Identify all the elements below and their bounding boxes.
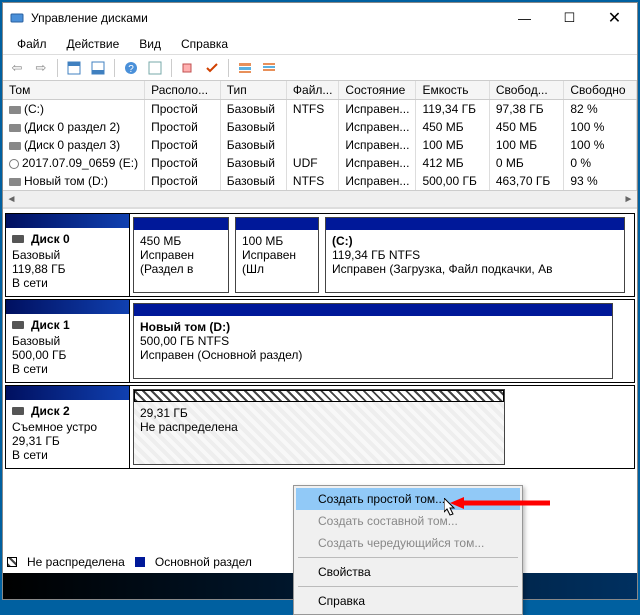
col-fs[interactable]: Файл... bbox=[286, 81, 339, 100]
col-pct[interactable]: Свободно bbox=[564, 81, 637, 100]
disk-graphical-view: Диск 0Базовый119,88 ГБВ сети450 МБИсправ… bbox=[3, 209, 637, 473]
svg-text:?: ? bbox=[128, 64, 134, 75]
menu-action[interactable]: Действие bbox=[57, 35, 130, 53]
minimize-button[interactable]: — bbox=[502, 3, 547, 33]
partition[interactable]: 450 МБИсправен (Раздел в bbox=[133, 217, 229, 293]
disk-info[interactable]: Диск 1Базовый500,00 ГБВ сети bbox=[6, 300, 130, 382]
maximize-button[interactable]: ☐ bbox=[547, 3, 592, 33]
col-volume[interactable]: Том bbox=[3, 81, 145, 100]
col-layout[interactable]: Располо... bbox=[145, 81, 221, 100]
partition-unallocated[interactable]: 29,31 ГБНе распределена bbox=[133, 389, 505, 465]
disk-info[interactable]: Диск 2Съемное устро29,31 ГБВ сети bbox=[6, 386, 130, 468]
app-icon bbox=[9, 10, 25, 26]
forward-icon[interactable]: ⇨ bbox=[31, 58, 51, 78]
legend: Не распределена Основной раздел bbox=[7, 555, 252, 569]
table-row[interactable]: (C:)ПростойБазовыйNTFSИсправен...119,34 … bbox=[3, 100, 637, 119]
legend-label-unalloc: Не распределена bbox=[27, 555, 125, 569]
partition[interactable]: 100 МБИсправен (Шл bbox=[235, 217, 319, 293]
table-scrollbar[interactable]: ◄► bbox=[3, 190, 637, 207]
action-icon[interactable] bbox=[178, 58, 198, 78]
menu-help[interactable]: Справка bbox=[171, 35, 238, 53]
refresh-icon[interactable] bbox=[145, 58, 165, 78]
table-row[interactable]: (Диск 0 раздел 3)ПростойБазовыйИсправен.… bbox=[3, 136, 637, 154]
menu-view[interactable]: Вид bbox=[129, 35, 171, 53]
table-row[interactable]: (Диск 0 раздел 2)ПростойБазовыйИсправен.… bbox=[3, 118, 637, 136]
ctx-create-spanned-volume[interactable]: Создать составной том... bbox=[296, 510, 520, 532]
volume-table: Том Располо... Тип Файл... Состояние Емк… bbox=[3, 81, 637, 209]
help-icon[interactable]: ? bbox=[121, 58, 141, 78]
legend-label-primary: Основной раздел bbox=[155, 555, 252, 569]
layout-bottom-icon[interactable] bbox=[88, 58, 108, 78]
menubar: Файл Действие Вид Справка bbox=[3, 33, 637, 55]
disk-info[interactable]: Диск 0Базовый119,88 ГБВ сети bbox=[6, 214, 130, 296]
context-menu: Создать простой том... Создать составной… bbox=[293, 485, 523, 615]
close-button[interactable]: ✕ bbox=[592, 3, 637, 33]
window-title: Управление дисками bbox=[31, 11, 502, 25]
col-free[interactable]: Свобод... bbox=[489, 81, 564, 100]
table-row[interactable]: Новый том (D:)ПростойБазовыйNTFSИсправен… bbox=[3, 172, 637, 190]
list-small-icon[interactable] bbox=[259, 58, 279, 78]
menu-file[interactable]: Файл bbox=[7, 35, 57, 53]
col-cap[interactable]: Емкость bbox=[416, 81, 489, 100]
col-status[interactable]: Состояние bbox=[339, 81, 416, 100]
back-icon[interactable]: ⇦ bbox=[7, 58, 27, 78]
layout-top-icon[interactable] bbox=[64, 58, 84, 78]
partition[interactable]: Новый том (D:)500,00 ГБ NTFSИсправен (Ос… bbox=[133, 303, 613, 379]
table-row[interactable]: 2017.07.09_0659 (E:)ПростойБазовыйUDFИсп… bbox=[3, 154, 637, 172]
check-icon[interactable] bbox=[202, 58, 222, 78]
legend-swatch-primary bbox=[135, 557, 145, 567]
toolbar: ⇦ ⇨ ? bbox=[3, 55, 637, 81]
titlebar[interactable]: Управление дисками — ☐ ✕ bbox=[3, 3, 637, 33]
legend-swatch-unalloc bbox=[7, 557, 17, 567]
partition[interactable]: (C:)119,34 ГБ NTFSИсправен (Загрузка, Фа… bbox=[325, 217, 625, 293]
ctx-properties[interactable]: Свойства bbox=[296, 561, 520, 583]
col-type[interactable]: Тип bbox=[220, 81, 286, 100]
list-big-icon[interactable] bbox=[235, 58, 255, 78]
ctx-create-striped-volume[interactable]: Создать чередующийся том... bbox=[296, 532, 520, 554]
disk-row: Диск 1Базовый500,00 ГБВ сетиНовый том (D… bbox=[5, 299, 635, 383]
ctx-help[interactable]: Справка bbox=[296, 590, 520, 612]
disk-row: Диск 2Съемное устро29,31 ГБВ сети29,31 Г… bbox=[5, 385, 635, 469]
ctx-create-simple-volume[interactable]: Создать простой том... bbox=[296, 488, 520, 510]
disk-row: Диск 0Базовый119,88 ГБВ сети450 МБИсправ… bbox=[5, 213, 635, 297]
